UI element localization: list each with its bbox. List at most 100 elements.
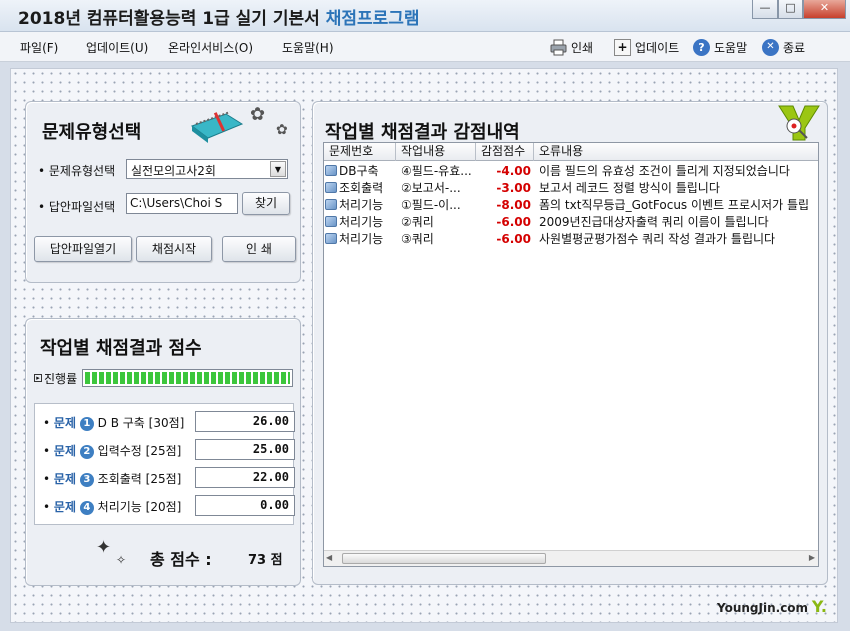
title-bar: 2018년 컴퓨터활용능력 1급 실기 기본서 채점프로그램 — □ ✕ [0,0,850,32]
app-title: 2018년 컴퓨터활용능력 1급 실기 기본서 채점프로그램 [18,4,420,29]
sparkle-icon: ✦ [96,537,112,558]
menu-online-service[interactable]: 온라인서비스(O) [168,39,253,56]
open-answer-file-button[interactable]: 답안파일열기 [34,236,132,262]
number-3-icon: 3 [79,473,94,487]
menu-bar: 파일(F) 업데이트(U) 온라인서비스(O) 도움말(H) 인쇄 + 업데이트… [0,32,850,62]
col-header-task[interactable]: 작업내용 [396,143,476,161]
deduction-panel-title: 작업별 채점결과 감점내역 [325,122,520,143]
list-header: 문제번호 작업내용 감점점수 오류내용 [324,143,818,161]
scroll-thumb[interactable] [342,553,546,564]
cell-error: 보고서 레코드 정렬 방식이 틀립니다 [539,181,720,195]
score-row-label: • 문제 2 입력수정 [25점] [43,444,182,459]
answer-file-value: C:\Users\Choi S [130,196,223,210]
col-header-deduct[interactable]: 감점점수 [476,143,534,161]
score-row-label: • 문제 1 D B 구축 [30점] [43,416,185,431]
col-header-no[interactable]: 문제번호 [324,143,396,161]
question-word: 문제 [53,472,76,486]
cell-no-text: 처리기능 [339,215,384,229]
brand-mark: Y. [811,597,827,616]
cell-no: 처리기능 [325,197,395,214]
answer-file-input[interactable]: C:\Users\Choi S [126,193,238,214]
app-title-accent: 채점프로그램 [325,9,420,29]
number-4-icon: 4 [79,501,94,515]
list-row[interactable]: DB구축 ④필드-유효... -4.00 이름 필드의 유효성 조건이 틀리게 … [324,163,818,180]
score-category: 입력수정 [25점] [97,444,182,458]
row-icon [325,233,337,244]
question-word: 문제 [53,500,76,514]
cell-no-text: 처리기능 [339,232,384,246]
score-category: 처리기능 [20점] [97,500,182,514]
scroll-left-icon[interactable]: ◀ [326,553,332,562]
mascot-icon [771,102,827,145]
score-value-query: 22.00 [195,467,295,488]
cell-no: 처리기능 [325,231,395,248]
minimize-button[interactable]: — [752,0,778,19]
score-category: 조회출력 [25점] [97,472,182,486]
score-category: D B 구축 [30점] [97,416,185,430]
brand-text: YoungJin.com [717,601,809,615]
cell-task: ②쿼리 [401,215,434,229]
row-icon [325,182,337,193]
toolbar-print-label: 인쇄 [571,40,594,55]
toolbar-exit[interactable]: ✕ 종료 [762,37,805,57]
toolbar-help[interactable]: ? 도움말 [693,37,747,57]
list-row[interactable]: 조회출력 ②보고서-... -3.00 보고서 레코드 정렬 방식이 틀립니다 [324,180,818,197]
list-row[interactable]: 처리기능 ③쿼리 -6.00 사원별평균평가점수 쿼리 작성 결과가 틀립니다 [324,231,818,248]
cell-error: 폼의 txt직무등급_GotFocus 이벤트 프로시저가 틀립 [539,198,810,212]
scroll-right-icon[interactable]: ▶ [809,553,815,562]
notebook-icon [186,110,246,147]
brand-logo: YoungJin.com Y. [717,597,827,616]
menu-file[interactable]: 파일(F) [20,39,58,56]
sparkle-icon-small: ✧ [116,553,127,567]
horizontal-scrollbar[interactable]: ◀ ▶ [324,550,818,566]
select-panel-title: 문제유형선택 [42,122,142,143]
close-button[interactable]: ✕ [803,0,846,19]
progress-bar [82,369,293,387]
cell-no-text: 조회출력 [339,181,384,195]
menu-help[interactable]: 도움말(H) [282,39,334,56]
score-row-label: • 문제 4 처리기능 [20점] [43,500,182,515]
app-title-main: 2018년 컴퓨터활용능력 1급 실기 기본서 [18,9,320,29]
deduction-list[interactable]: 문제번호 작업내용 감점점수 오류내용 DB구축 ④필드-유효... -4.00… [323,142,819,567]
col-header-error[interactable]: 오류내용 [534,143,820,161]
toolbar-print[interactable]: 인쇄 [550,37,593,57]
cell-deduct: -6.00 [496,215,531,229]
cell-error: 이름 필드의 유효성 조건이 틀리게 지정되었습니다 [539,164,790,178]
select-panel: 문제유형선택 ✿ ✿ • 문제유형선택 실전모의고사2회 ▼ • 답안파일선택 … [25,101,301,283]
dropdown-arrow-icon[interactable]: ▼ [270,161,286,177]
workspace: 문제유형선택 ✿ ✿ • 문제유형선택 실전모의고사2회 ▼ • 답안파일선택 … [10,68,838,623]
deduction-panel: 작업별 채점결과 감점내역 문제번호 작업내용 감점점수 오류내용 DB구축 ④… [312,101,828,585]
browse-button[interactable]: 찾기 [242,192,290,215]
menu-update[interactable]: 업데이트(U) [86,39,148,56]
list-row[interactable]: 처리기능 ②쿼리 -6.00 2009년진급대상자출력 쿼리 이름이 틀립니다 [324,214,818,231]
score-row-1: • 문제 1 D B 구축 [30점] 26.00 [43,411,295,433]
question-word: 문제 [53,444,76,458]
cell-deduct: -6.00 [496,232,531,246]
row-icon [325,199,337,210]
toolbar-help-label: 도움말 [714,40,748,55]
score-value-process: 0.00 [195,495,295,516]
start-grading-button[interactable]: 채점시작 [136,236,212,262]
cell-error: 2009년진급대상자출력 쿼리 이름이 틀립니다 [539,215,769,229]
total-score-label: 총 점수 : [150,550,212,569]
progress-fill [85,372,290,384]
print-button[interactable]: 인 쇄 [222,236,296,262]
toolbar-exit-label: 종료 [783,40,806,55]
cell-task: ②보고서-... [401,181,461,195]
plus-icon: + [614,38,631,56]
score-row-4: • 문제 4 처리기능 [20점] 0.00 [43,495,295,517]
score-value-input: 25.00 [195,439,295,460]
list-row[interactable]: 처리기능 ①필드-이... -8.00 폼의 txt직무등급_GotFocus … [324,197,818,214]
score-value-db: 26.00 [195,411,295,432]
progress-bullet-icon: ▸ [34,374,42,382]
problem-type-select[interactable]: 실전모의고사2회 ▼ [126,159,288,179]
toolbar-update-label: 업데이트 [635,40,680,55]
toolbar-update[interactable]: + 업데이트 [614,37,679,57]
cell-task: ①필드-이... [401,198,461,212]
cell-no: DB구축 [325,163,395,180]
number-1-icon: 1 [79,417,94,431]
printer-icon [550,39,567,56]
maximize-button[interactable]: □ [778,0,803,19]
progress-label: 진행률 [44,372,78,386]
cell-deduct: -8.00 [496,198,531,212]
